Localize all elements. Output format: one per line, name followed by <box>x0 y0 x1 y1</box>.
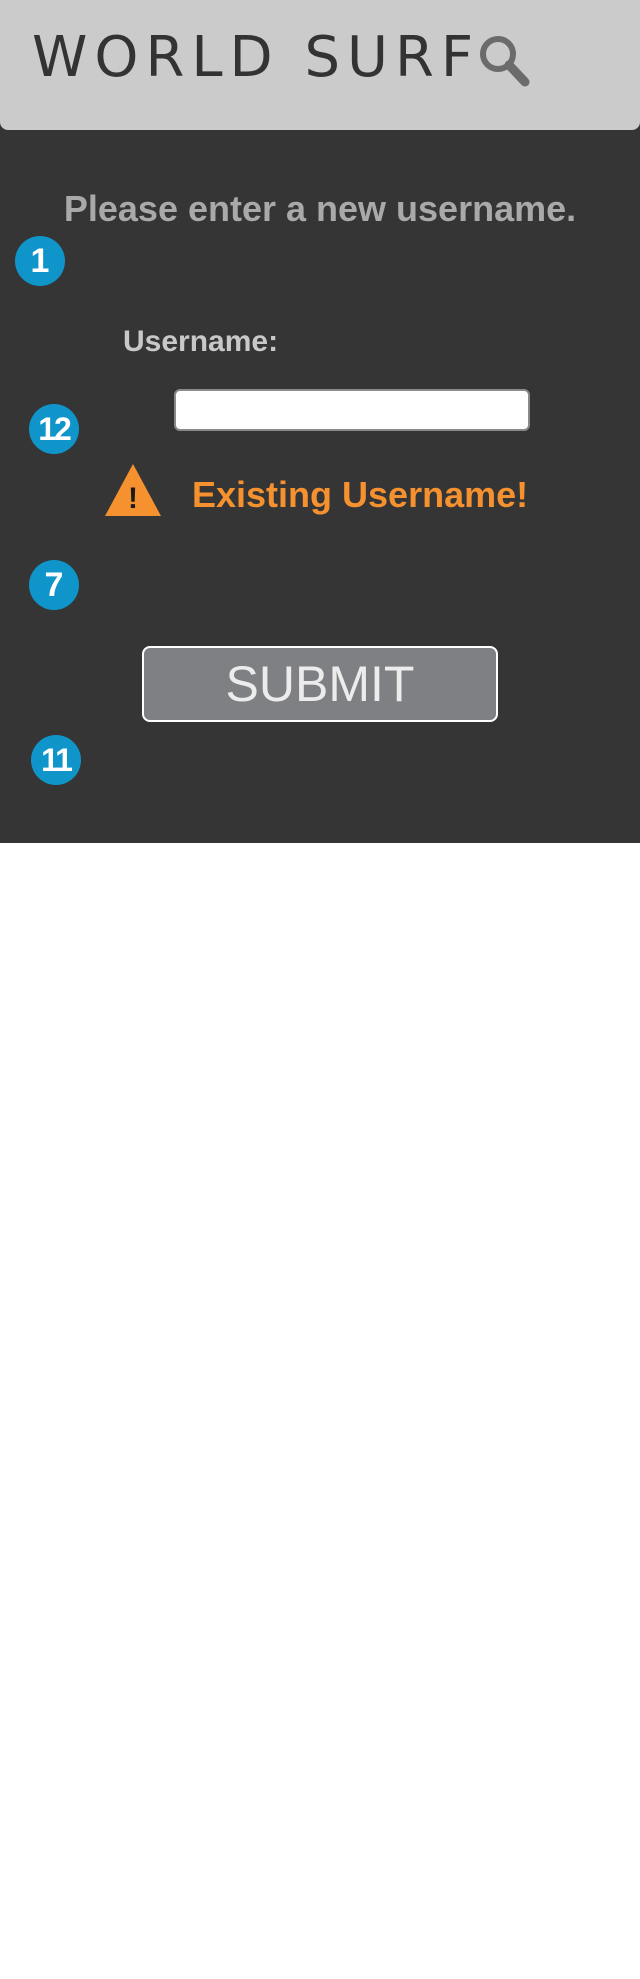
existing-username-warning: Existing Username! <box>192 474 529 515</box>
username-label: Username: <box>123 325 279 358</box>
app-screen: WORLD SURF Please enter a new username. … <box>0 0 640 843</box>
annotation-badge-12: 12 <box>29 404 79 454</box>
header-bar: WORLD SURF <box>0 0 640 130</box>
instruction-text: Please enter a new username. <box>63 188 577 229</box>
annotation-badge-11: 11 <box>31 735 81 785</box>
annotation-badge-7: 7 <box>29 560 79 610</box>
svg-text:!: ! <box>128 482 138 515</box>
username-input[interactable] <box>174 389 530 431</box>
warning-triangle-icon: ! <box>103 462 163 518</box>
brand-title: WORLD SURF <box>32 25 481 90</box>
submit-button[interactable]: SUBMIT <box>142 646 498 722</box>
annotation-badge-1: 1 <box>15 236 65 286</box>
search-icon[interactable] <box>474 32 534 92</box>
